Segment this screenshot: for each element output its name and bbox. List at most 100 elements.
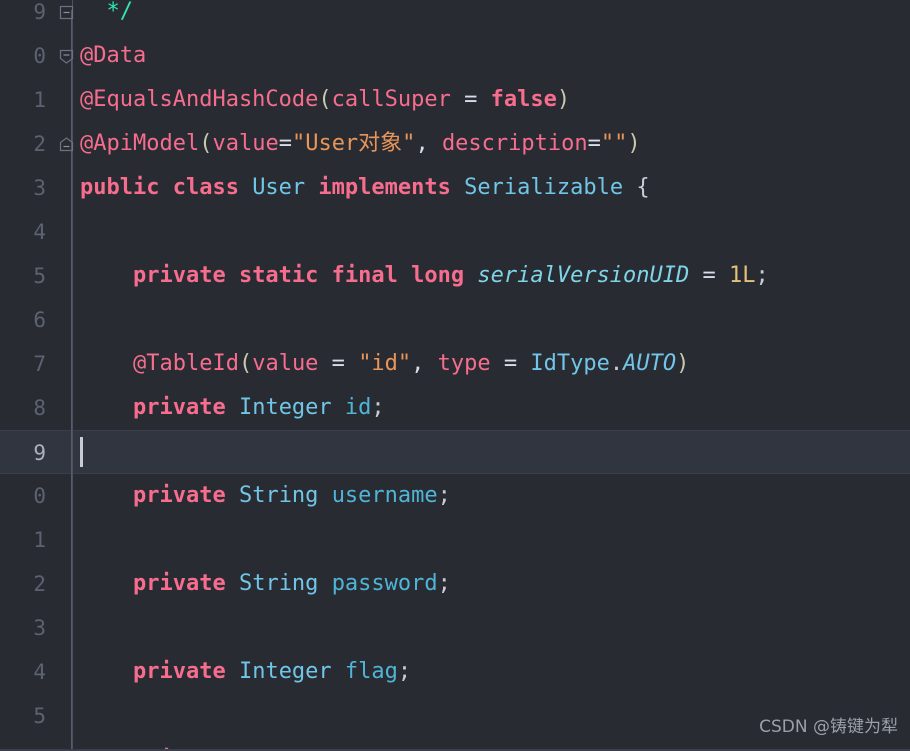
- code-text[interactable]: private static final long serialVersionU…: [80, 254, 769, 298]
- code-line[interactable]: 4 private Integer flag;: [0, 650, 910, 694]
- code-token: */: [106, 0, 134, 24]
- line-number: 0: [33, 44, 46, 68]
- code-token: false: [490, 87, 557, 112]
- code-token: AUTO: [623, 351, 677, 376]
- code-line[interactable]: 7 @TableId(value = "id", type = IdType.A…: [0, 342, 910, 386]
- line-number: 3: [33, 616, 46, 640]
- code-text[interactable]: private Integer id;: [80, 386, 385, 430]
- code-token: {: [623, 175, 650, 200]
- code-token: =: [587, 131, 601, 156]
- csdn-watermark: CSDN @铸键为犁: [759, 717, 898, 737]
- code-token: =: [318, 351, 359, 376]
- code-text[interactable]: @Data: [80, 34, 146, 78]
- code-line[interactable]: 4: [0, 210, 910, 254]
- code-line[interactable]: 2 @ApiModel(value="User对象", description="…: [0, 122, 910, 166]
- code-text[interactable]: private String password;: [80, 562, 451, 606]
- code-token: ): [627, 131, 641, 156]
- code-token: ,: [415, 131, 442, 156]
- code-token: User: [252, 175, 306, 200]
- line-number: 8: [33, 396, 46, 420]
- line-number: 2: [33, 132, 46, 156]
- line-number: 5: [33, 704, 46, 728]
- code-token: (: [238, 351, 253, 376]
- line-number: 9: [33, 0, 46, 24]
- code-token: id: [344, 395, 372, 420]
- code-token: implements: [305, 175, 465, 200]
- fold-marker-square-minus[interactable]: [58, 4, 75, 21]
- code-token: ;: [755, 263, 769, 288]
- code-token: private: [132, 483, 239, 508]
- line-number: 7: [33, 352, 46, 376]
- code-line[interactable]: 6: [0, 298, 910, 342]
- code-line-current[interactable]: 9: [0, 430, 910, 474]
- code-token: flag: [344, 659, 398, 684]
- code-token: =: [490, 351, 531, 376]
- code-token: String: [238, 483, 319, 508]
- code-line[interactable]: 0 @Data: [0, 34, 910, 78]
- line-number: 4: [33, 220, 46, 244]
- line-number: 0: [33, 484, 46, 508]
- code-token: @Data: [80, 43, 147, 68]
- code-token: ,: [411, 351, 438, 376]
- code-token: callSuper: [331, 87, 451, 112]
- line-number: 6: [33, 308, 46, 332]
- code-token: serialVersionUID: [477, 263, 690, 288]
- code-line[interactable]: 8 private Integer id;: [0, 386, 910, 430]
- code-token: value: [252, 351, 319, 376]
- code-token: ;: [437, 483, 451, 508]
- code-text[interactable]: @TableId(value = "id", type = IdType.AUT…: [80, 342, 689, 386]
- code-token: @EqualsAndHashCode: [80, 87, 319, 112]
- line-number: 1: [33, 88, 46, 112]
- line-number: 9: [33, 441, 46, 465]
- code-token: 1L: [729, 263, 756, 288]
- line-number: 4: [33, 660, 46, 684]
- code-token: description: [441, 131, 588, 156]
- code-token: public class: [80, 175, 253, 200]
- code-text[interactable]: public class User implements Serializabl…: [80, 166, 650, 210]
- code-token: ;: [397, 659, 412, 684]
- code-token: ): [676, 351, 690, 376]
- line-number: 1: [33, 528, 46, 552]
- code-token: private: [132, 571, 239, 596]
- code-line[interactable]: 1: [0, 518, 910, 562]
- code-token: "User对象": [291, 131, 416, 156]
- code-line[interactable]: 3 public class User implements Serializab…: [0, 166, 910, 210]
- code-text[interactable]: private String username;: [80, 474, 451, 518]
- code-token: "id": [358, 351, 412, 376]
- code-token: @TableId: [132, 351, 239, 376]
- code-token: =: [450, 87, 491, 112]
- code-token: (: [318, 87, 332, 112]
- code-editor[interactable]: 9 */ 0 @Data 1 @EqualsAndHashCode(callSuper …: [0, 0, 910, 751]
- code-token: .: [609, 351, 624, 376]
- code-token: value: [212, 131, 279, 156]
- code-line[interactable]: 2 private String password;: [0, 562, 910, 606]
- code-token: =: [689, 263, 730, 288]
- fold-marker-up-minus[interactable]: [58, 136, 75, 153]
- code-line[interactable]: 1 @EqualsAndHashCode(callSuper = false): [0, 78, 910, 122]
- code-line[interactable]: 3: [0, 606, 910, 650]
- code-line[interactable]: 0 private String username;: [0, 474, 910, 518]
- code-line[interactable]: 5 private static final long serialVersio…: [0, 254, 910, 298]
- code-token: IdType: [530, 351, 610, 376]
- fold-marker-down-minus[interactable]: [58, 48, 75, 65]
- code-text[interactable]: @EqualsAndHashCode(callSuper = false): [80, 78, 570, 122]
- code-text[interactable]: private Integer flag;: [80, 650, 411, 694]
- code-text[interactable]: @ApiModel(value="User对象", description=""…: [80, 122, 641, 166]
- line-number: 3: [33, 176, 46, 200]
- code-token: Integer: [238, 659, 332, 684]
- code-token: private: [132, 395, 239, 420]
- code-token: "": [600, 131, 628, 156]
- code-token: String: [238, 571, 319, 596]
- code-token: type: [437, 351, 491, 376]
- code-text[interactable]: */: [80, 0, 134, 34]
- code-line[interactable]: 9 */: [0, 0, 910, 34]
